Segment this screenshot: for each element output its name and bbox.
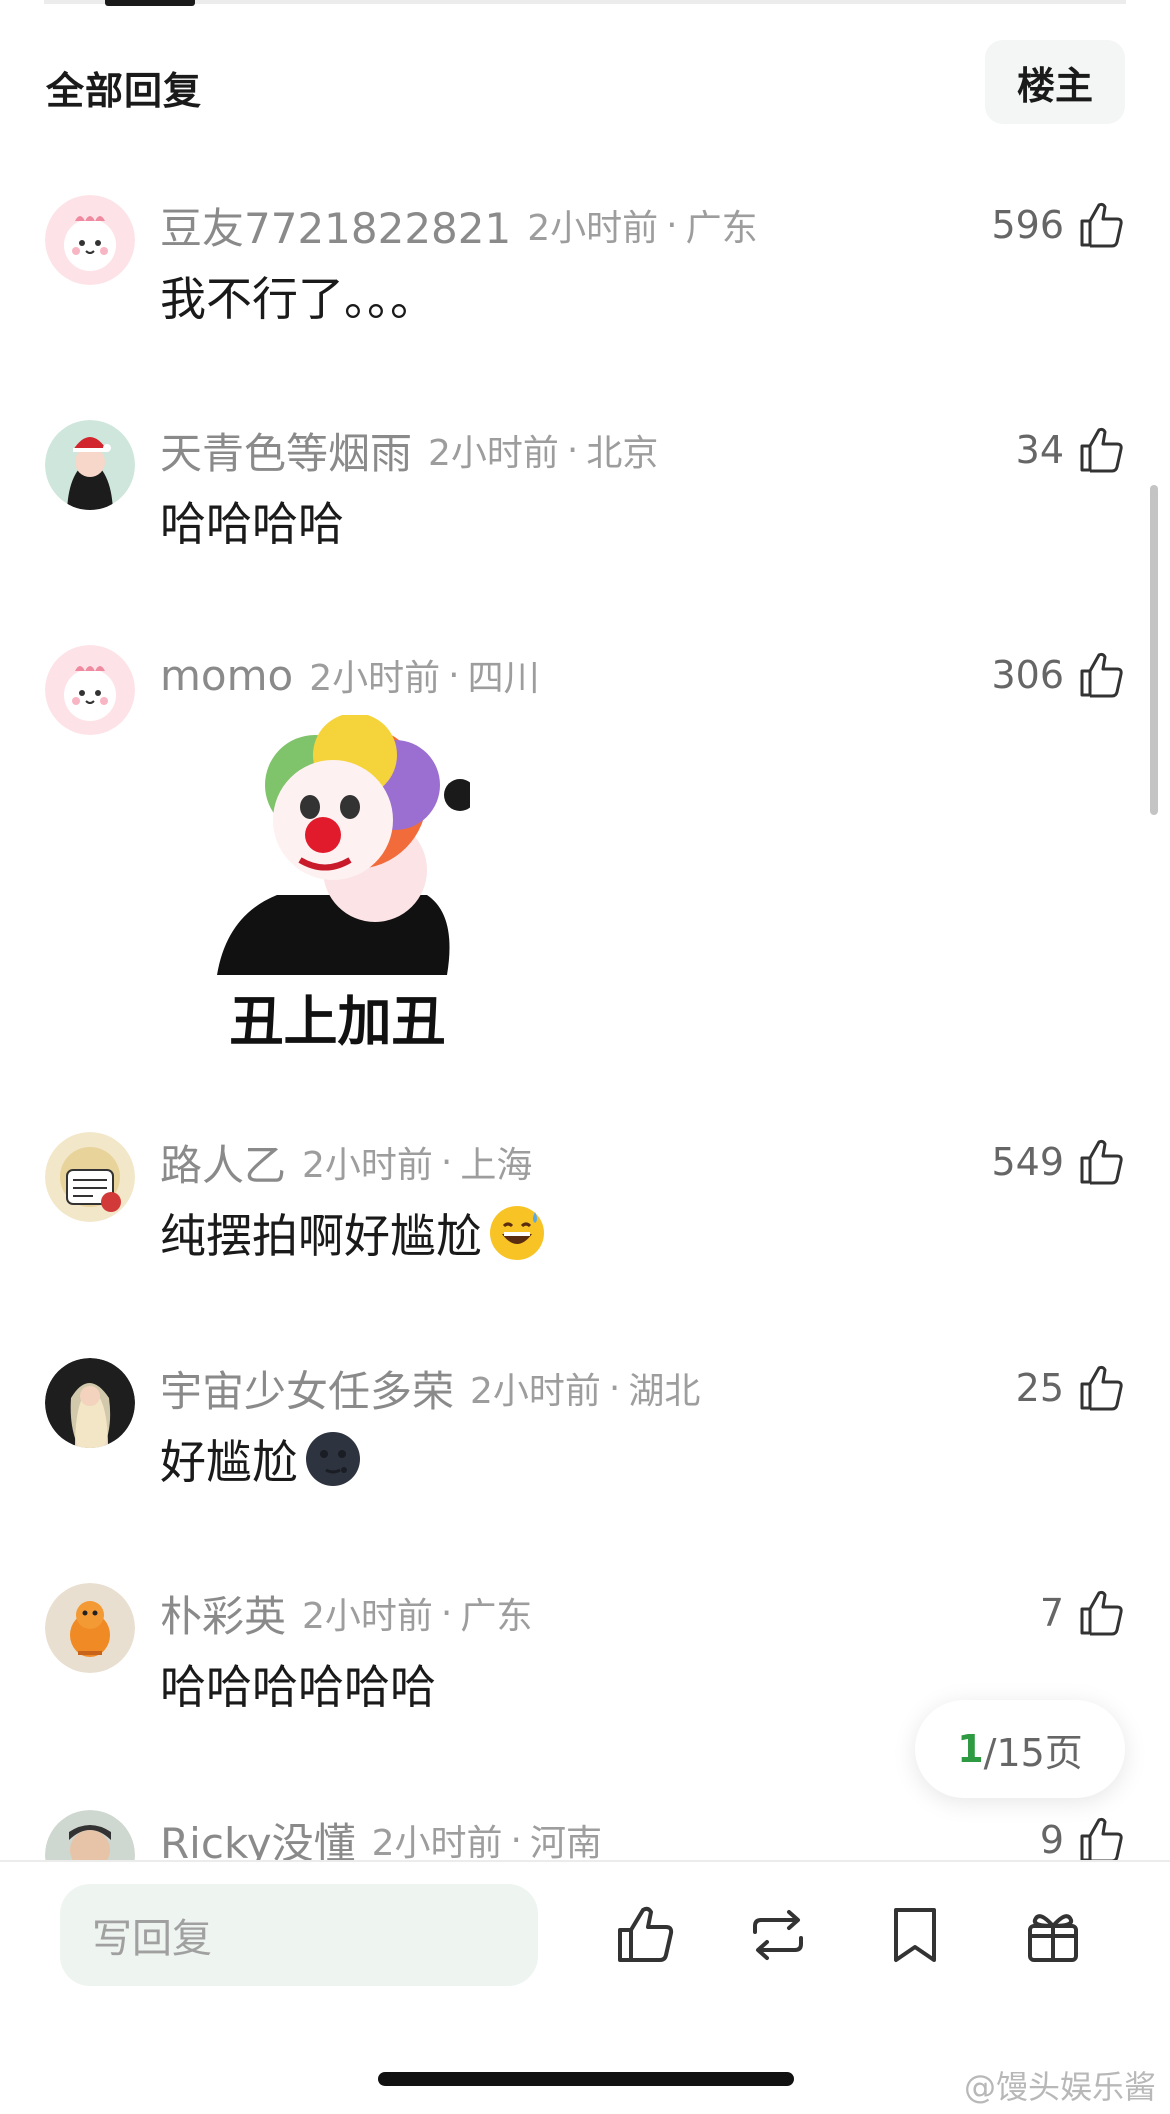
thumbs-up-icon[interactable] xyxy=(1074,1136,1126,1188)
total-pages: /15页 xyxy=(983,1730,1083,1775)
comment-text: 纯摆拍啊好尴尬 xyxy=(160,1200,546,1266)
comment-text: 哈哈哈哈 xyxy=(160,497,344,551)
avatar[interactable] xyxy=(45,1358,135,1448)
thumbs-up-icon[interactable] xyxy=(1074,199,1126,251)
meme-caption: 丑上加丑 xyxy=(229,990,446,1053)
timestamp: 2小时前 xyxy=(302,1145,433,1186)
replies-header: 全部回复 楼主 xyxy=(0,38,1170,128)
like-count: 9 xyxy=(1039,1818,1064,1860)
home-indicator[interactable] xyxy=(378,2072,794,2086)
dot-separator: · xyxy=(608,1367,621,1409)
page-indicator[interactable]: 1/15页 xyxy=(915,1700,1125,1798)
avatar[interactable] xyxy=(45,1132,135,1222)
like-button[interactable]: 25 xyxy=(1016,1358,1126,1418)
reply-input[interactable]: 写回复 xyxy=(60,1884,538,1986)
timestamp: 2小时前 xyxy=(371,1823,503,1860)
avatar[interactable] xyxy=(45,645,135,735)
comment-meta: 天青色等烟雨 2小时前 · 北京 xyxy=(160,420,658,480)
comment-text: 我不行了。。。 xyxy=(160,272,436,326)
avatar[interactable] xyxy=(45,195,135,285)
tab-indicator xyxy=(105,0,195,6)
like-count: 7 xyxy=(1039,1591,1064,1635)
comment-meta: Ricky没懂 2小时前 · 河南 xyxy=(160,1810,602,1861)
username[interactable]: 豆友7721822821 xyxy=(160,195,511,256)
meme-sticker-image[interactable]: 丑上加丑 xyxy=(205,713,476,1053)
timestamp: 2小时前 xyxy=(527,208,659,249)
location: 湖北 xyxy=(628,1371,701,1412)
avatar[interactable] xyxy=(45,1810,135,1860)
like-count: 549 xyxy=(991,1140,1064,1184)
comment-text: 哈哈哈哈哈哈 xyxy=(160,1660,436,1714)
like-button[interactable]: 596 xyxy=(991,195,1126,255)
all-replies-title: 全部回复 xyxy=(46,69,203,113)
current-page: 1 xyxy=(957,1727,984,1771)
thumbs-up-icon[interactable] xyxy=(1074,424,1126,476)
like-button[interactable]: 9 xyxy=(1040,1810,1126,1860)
dot-separator: · xyxy=(440,1592,453,1634)
comment-text: 好尴尬 xyxy=(160,1426,362,1492)
thumbs-up-icon[interactable] xyxy=(1074,1362,1126,1414)
comment-item: 路人乙 2小时前 · 上海 549 纯摆拍啊好尴尬 xyxy=(0,1132,1170,1282)
timestamp: 2小时前 xyxy=(309,658,441,699)
repost-icon[interactable] xyxy=(745,1902,811,1968)
comment-item: 宇宙少女任多荣 2小时前 · 湖北 25 好尴尬 xyxy=(0,1358,1170,1508)
dot-separator: · xyxy=(666,204,678,246)
location: 河南 xyxy=(529,1823,602,1860)
comment-meta: 路人乙 2小时前 · 上海 xyxy=(160,1132,532,1192)
sweat-smile-emoji xyxy=(488,1204,546,1262)
gift-icon[interactable] xyxy=(1020,1902,1086,1968)
timestamp: 2小时前 xyxy=(302,1596,433,1637)
bottom-action-bar: 写回复 @馒头娱乐酱 xyxy=(0,1860,1170,2114)
dot-separator: · xyxy=(566,429,579,471)
dot-separator: · xyxy=(510,1819,522,1861)
username[interactable]: 朴彩英 xyxy=(160,1583,286,1644)
watermark: @馒头娱乐酱 xyxy=(963,2068,1156,2106)
thumbs-up-icon[interactable] xyxy=(1074,1814,1126,1860)
like-count: 34 xyxy=(1015,428,1064,472)
op-only-filter-button[interactable]: 楼主 xyxy=(985,40,1125,124)
comment-item: 天青色等烟雨 2小时前 · 北京 34 哈哈哈哈 xyxy=(0,420,1170,570)
top-divider xyxy=(44,0,1126,4)
like-button[interactable]: 306 xyxy=(991,645,1126,705)
avatar[interactable] xyxy=(45,1583,135,1673)
comment-meta: momo 2小时前 · 四川 xyxy=(160,645,540,705)
username[interactable]: momo xyxy=(160,651,293,700)
thumbs-up-icon[interactable] xyxy=(1074,1587,1126,1639)
thumbs-up-icon[interactable] xyxy=(1074,649,1126,701)
location: 四川 xyxy=(467,658,540,699)
location: 广东 xyxy=(685,208,758,249)
comment-meta: 豆友7721822821 2小时前 · 广东 xyxy=(160,195,758,255)
like-button[interactable]: 34 xyxy=(1016,420,1126,480)
like-icon[interactable] xyxy=(612,1902,678,1968)
comment-text-body: 纯摆拍啊好尴尬 xyxy=(160,1209,482,1263)
like-count: 306 xyxy=(991,653,1064,697)
comment-item: momo 2小时前 · 四川 306 丑上加丑 xyxy=(0,645,1170,1065)
location: 北京 xyxy=(586,433,659,474)
timestamp: 2小时前 xyxy=(470,1371,601,1412)
like-button[interactable]: 549 xyxy=(991,1132,1126,1192)
comment-meta: 宇宙少女任多荣 2小时前 · 湖北 xyxy=(160,1358,700,1418)
location: 上海 xyxy=(460,1145,533,1186)
like-count: 25 xyxy=(1015,1366,1064,1410)
username[interactable]: 路人乙 xyxy=(160,1132,286,1193)
username[interactable]: Ricky没懂 xyxy=(160,1810,356,1861)
username[interactable]: 宇宙少女任多荣 xyxy=(160,1358,454,1419)
comment-text-body: 好尴尬 xyxy=(160,1435,298,1489)
like-count: 596 xyxy=(991,203,1064,247)
timestamp: 2小时前 xyxy=(428,433,559,474)
location: 广东 xyxy=(460,1596,533,1637)
dot-separator: · xyxy=(448,654,460,696)
like-button[interactable]: 7 xyxy=(1040,1583,1126,1643)
comment-meta: 朴彩英 2小时前 · 广东 xyxy=(160,1583,532,1643)
comment-item: Ricky没懂 2小时前 · 河南 9 xyxy=(0,1810,1170,1860)
dot-separator: · xyxy=(440,1141,453,1183)
avatar[interactable] xyxy=(45,420,135,510)
new-moon-face-emoji xyxy=(304,1430,362,1488)
comment-item: 豆友7721822821 2小时前 · 广东 596 我不行了。。。 xyxy=(0,195,1170,345)
username[interactable]: 天青色等烟雨 xyxy=(160,420,412,481)
bookmark-icon[interactable] xyxy=(882,1902,948,1968)
